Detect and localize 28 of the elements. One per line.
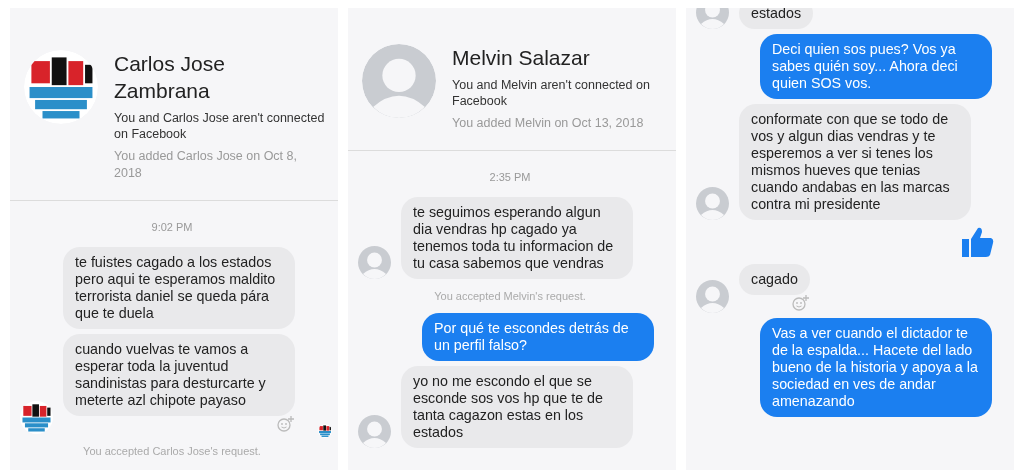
received-message: cagado xyxy=(739,264,810,295)
timestamp: 9:02 PM xyxy=(150,220,194,235)
sent-message: Vas a ver cuando el dictador te de la espalda... Hacete del lado bueno de la historia y apoya a la sociedad en ves de andar amenazando xyxy=(760,318,992,417)
avatar-icon xyxy=(358,245,391,279)
received-message: cuando vuelvas te vamos a esperar toda la juventud sandinistas para desturcarte y meterte azl chipote payaso xyxy=(63,333,295,416)
avatar-icon xyxy=(362,44,436,118)
system-notice: You accepted Carlos Jose's request. xyxy=(82,443,262,459)
add-reaction-icon xyxy=(789,293,810,313)
system-notice: You accepted Melvin's request. xyxy=(433,288,587,304)
avatar-icon xyxy=(696,280,729,313)
received-message: te seguimos esperando algun dia vendras hp cagado ya tenemos toda tu informacion de tu casa sabemos que vendras xyxy=(401,196,633,279)
connection-text: You and Carlos Jose aren't connected on Facebook xyxy=(114,110,326,142)
timestamp: 2:35 PM xyxy=(488,170,532,185)
received-message: estados xyxy=(739,8,814,29)
contact-name: Melvin Salazar xyxy=(452,45,591,71)
received-message: conformate con que se todo de vos y algun dias vendras y te esperemos a ver si tenes los mismos hueves que tenias cuando andabas en las marcas contra mi presidente xyxy=(739,104,971,220)
added-date: You added Melvin on Oct 13, 2018 xyxy=(452,115,645,132)
avatar-icon xyxy=(696,187,729,220)
connection-text: You and Melvin aren't connected on Facebook xyxy=(452,77,651,109)
sent-message: Por qué te escondes detrás de un perfil falso? xyxy=(422,313,654,361)
thumbs-up-icon xyxy=(960,225,994,259)
added-date: You added Carlos Jose on Oct 8, 2018 xyxy=(114,148,298,182)
contact-name: Carlos Jose Zambrana xyxy=(114,51,226,104)
sent-message: Deci quien sos pues? Vos ya sabes quién soy... Ahora deci quien SOS vos. xyxy=(760,34,992,99)
add-reaction-icon xyxy=(275,413,295,434)
avatar-icon xyxy=(358,415,391,448)
received-message: te fuistes cagado a los estados pero aqui te esperamos maldito terrorista daniel se queda pára que te duela xyxy=(63,246,295,329)
received-message: yo no me escondo el que se esconde sos vos hp que te de tanta cagazon estas en los estados xyxy=(401,366,633,448)
